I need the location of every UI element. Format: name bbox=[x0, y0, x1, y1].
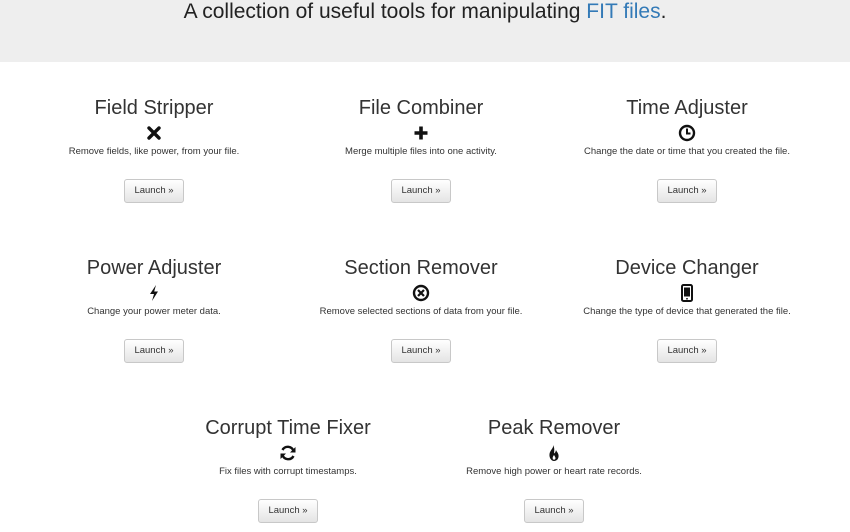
tool-file-combiner: File Combiner Merge multiple files into … bbox=[279, 96, 563, 203]
tool-description: Remove fields, like power, from your fil… bbox=[68, 146, 240, 157]
tool-description: Change the type of device that generated… bbox=[583, 306, 791, 317]
tool-power-adjuster: Power Adjuster Change your power meter d… bbox=[12, 256, 296, 363]
tool-description: Merge multiple files into one activity. bbox=[345, 146, 497, 157]
flash-icon bbox=[12, 282, 296, 304]
tool-title: File Combiner bbox=[358, 97, 484, 119]
tool-device-changer: Device Changer Change the type of device… bbox=[545, 256, 829, 363]
plus-icon bbox=[279, 122, 563, 144]
launch-button[interactable]: Launch » bbox=[124, 339, 184, 363]
tagline: A collection of useful tools for manipul… bbox=[0, 0, 850, 24]
tool-title: Power Adjuster bbox=[86, 257, 222, 279]
phone-icon bbox=[545, 282, 829, 304]
launch-button[interactable]: Launch » bbox=[391, 179, 451, 203]
tool-time-adjuster: Time Adjuster Change the date or time th… bbox=[545, 96, 829, 203]
tool-title: Device Changer bbox=[615, 257, 759, 279]
launch-button[interactable]: Launch » bbox=[391, 339, 451, 363]
tool-title: Corrupt Time Fixer bbox=[205, 417, 371, 439]
fire-icon bbox=[412, 442, 696, 464]
tool-description: Remove high power or heart rate records. bbox=[466, 466, 642, 477]
tool-description: Change your power meter data. bbox=[87, 306, 221, 317]
tool-title: Field Stripper bbox=[94, 97, 214, 119]
tagline-end: . bbox=[660, 0, 667, 23]
clock-icon bbox=[545, 122, 829, 144]
tool-field-stripper: Field Stripper Remove fields, like power… bbox=[12, 96, 296, 203]
launch-button[interactable]: Launch » bbox=[657, 179, 717, 203]
launch-button[interactable]: Launch » bbox=[657, 339, 717, 363]
tool-description: Remove selected sections of data from yo… bbox=[319, 306, 523, 317]
hero-banner: A collection of useful tools for manipul… bbox=[0, 0, 850, 62]
tagline-text: A collection of useful tools for manipul… bbox=[183, 0, 587, 23]
remove-circle-icon bbox=[279, 282, 563, 304]
tool-corrupt-time-fixer: Corrupt Time Fixer Fix files with corrup… bbox=[146, 416, 430, 523]
launch-button[interactable]: Launch » bbox=[524, 499, 584, 523]
fit-files-link[interactable]: FIT files bbox=[586, 0, 660, 23]
launch-button[interactable]: Launch » bbox=[258, 499, 318, 523]
tool-title: Time Adjuster bbox=[626, 97, 748, 119]
tool-description: Change the date or time that you created… bbox=[584, 146, 790, 157]
tool-title: Peak Remover bbox=[487, 417, 621, 439]
x-icon bbox=[12, 122, 296, 144]
refresh-icon bbox=[146, 442, 430, 464]
tool-title: Section Remover bbox=[344, 257, 498, 279]
tool-description: Fix files with corrupt timestamps. bbox=[219, 466, 357, 477]
launch-button[interactable]: Launch » bbox=[124, 179, 184, 203]
tool-peak-remover: Peak Remover Remove high power or heart … bbox=[412, 416, 696, 523]
tool-section-remover: Section Remover Remove selected sections… bbox=[279, 256, 563, 363]
